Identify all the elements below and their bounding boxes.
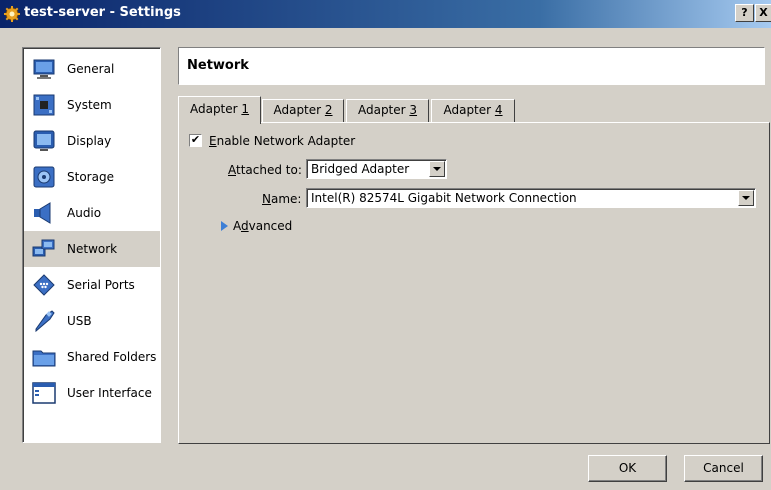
tab-adapter-2[interactable]: Adapter 2 bbox=[262, 99, 344, 123]
sidebar-item-label: Shared Folders bbox=[67, 350, 157, 364]
sidebar-item-label: User Interface bbox=[67, 386, 152, 400]
network-icon bbox=[32, 239, 55, 257]
tab-label: Adapter bbox=[273, 103, 325, 117]
tab-mnemonic: 3 bbox=[409, 103, 418, 117]
tab-mnemonic: 4 bbox=[494, 103, 503, 117]
advanced-mnemonic: d bbox=[241, 219, 249, 233]
title-bar[interactable]: test-server - Settings ? X bbox=[0, 0, 771, 28]
sidebar-item-label: General bbox=[67, 62, 115, 76]
sidebar-item-display[interactable]: Display bbox=[24, 123, 160, 159]
monitor-icon bbox=[33, 59, 55, 79]
page-header: Network bbox=[178, 47, 765, 85]
storage-icon bbox=[33, 166, 55, 188]
serial-port-icon bbox=[33, 274, 55, 296]
sidebar-item-label: Display bbox=[67, 134, 112, 148]
sidebar-item-system[interactable]: System bbox=[24, 87, 160, 123]
advanced-toggle[interactable]: Advanced bbox=[221, 219, 292, 233]
sidebar-item-audio[interactable]: Audio bbox=[24, 195, 160, 231]
sidebar-item-general[interactable]: General bbox=[24, 51, 160, 87]
page-title: Network bbox=[187, 58, 249, 73]
settings-sidebar: General System Display Storage Audio Net… bbox=[22, 47, 161, 443]
sidebar-item-label: Storage bbox=[67, 170, 114, 184]
enable-label-text: nable Network Adapter bbox=[216, 134, 356, 148]
sidebar-item-label: System bbox=[67, 98, 112, 112]
cancel-button[interactable]: Cancel bbox=[684, 455, 763, 482]
name-mnemonic: N bbox=[262, 192, 271, 206]
attached-to-select[interactable]: Bridged Adapter bbox=[306, 159, 447, 179]
tab-label: Adapter bbox=[443, 103, 495, 117]
sidebar-item-user-interface[interactable]: User Interface bbox=[24, 375, 160, 411]
enable-adapter-label[interactable]: Enable Network Adapter bbox=[209, 134, 355, 148]
sidebar-item-label: USB bbox=[67, 314, 92, 328]
chevron-down-icon[interactable] bbox=[738, 190, 754, 206]
advanced-label-text: vanced bbox=[248, 219, 293, 233]
adapter-name-value: Intel(R) 82574L Gigabit Network Connecti… bbox=[311, 191, 577, 205]
tab-adapter-4[interactable]: Adapter 4 bbox=[431, 99, 515, 123]
folder-icon bbox=[32, 350, 56, 367]
sidebar-item-storage[interactable]: Storage bbox=[24, 159, 160, 195]
attached-label-text: ttached to: bbox=[236, 163, 302, 177]
window-icon bbox=[32, 382, 56, 404]
chevron-down-icon[interactable] bbox=[429, 161, 445, 177]
tab-adapter-1[interactable]: Adapter 1 bbox=[178, 96, 261, 124]
window-title: test-server - Settings bbox=[24, 5, 181, 20]
attached-to-value: Bridged Adapter bbox=[311, 162, 410, 176]
help-button[interactable]: ? bbox=[735, 4, 754, 22]
advanced-prefix: A bbox=[233, 219, 241, 233]
tab-mnemonic: 2 bbox=[324, 103, 333, 117]
sidebar-item-label: Network bbox=[67, 242, 118, 256]
sidebar-item-label: Serial Ports bbox=[67, 278, 135, 292]
tab-mnemonic: 1 bbox=[241, 102, 250, 116]
sidebar-item-shared-folders[interactable]: Shared Folders bbox=[24, 339, 160, 375]
enable-adapter-checkbox[interactable]: ✔ bbox=[189, 134, 202, 147]
gear-icon bbox=[4, 6, 20, 22]
sidebar-item-serial-ports[interactable]: Serial Ports bbox=[24, 267, 160, 303]
adapter-name-select[interactable]: Intel(R) 82574L Gigabit Network Connecti… bbox=[306, 188, 756, 208]
close-button[interactable]: X bbox=[755, 4, 771, 22]
speaker-icon bbox=[34, 202, 51, 224]
triangle-right-icon bbox=[221, 221, 228, 231]
sidebar-item-usb[interactable]: USB bbox=[24, 303, 160, 339]
name-label: Name: bbox=[262, 192, 301, 206]
ok-button[interactable]: OK bbox=[588, 455, 667, 482]
tab-adapter-3[interactable]: Adapter 3 bbox=[346, 99, 429, 123]
motherboard-icon bbox=[33, 94, 55, 116]
attached-to-label: Attached to: bbox=[228, 163, 302, 177]
tab-label: Adapter bbox=[189, 102, 242, 116]
sidebar-item-label: Audio bbox=[67, 206, 102, 220]
attached-mnemonic: A bbox=[228, 163, 236, 177]
display-icon bbox=[33, 130, 55, 151]
tab-label: Adapter bbox=[357, 103, 410, 117]
usb-icon bbox=[35, 310, 55, 333]
sidebar-item-network[interactable]: Network bbox=[24, 231, 160, 267]
name-label-text: ame: bbox=[270, 192, 302, 206]
enable-mnemonic: E bbox=[209, 134, 217, 148]
